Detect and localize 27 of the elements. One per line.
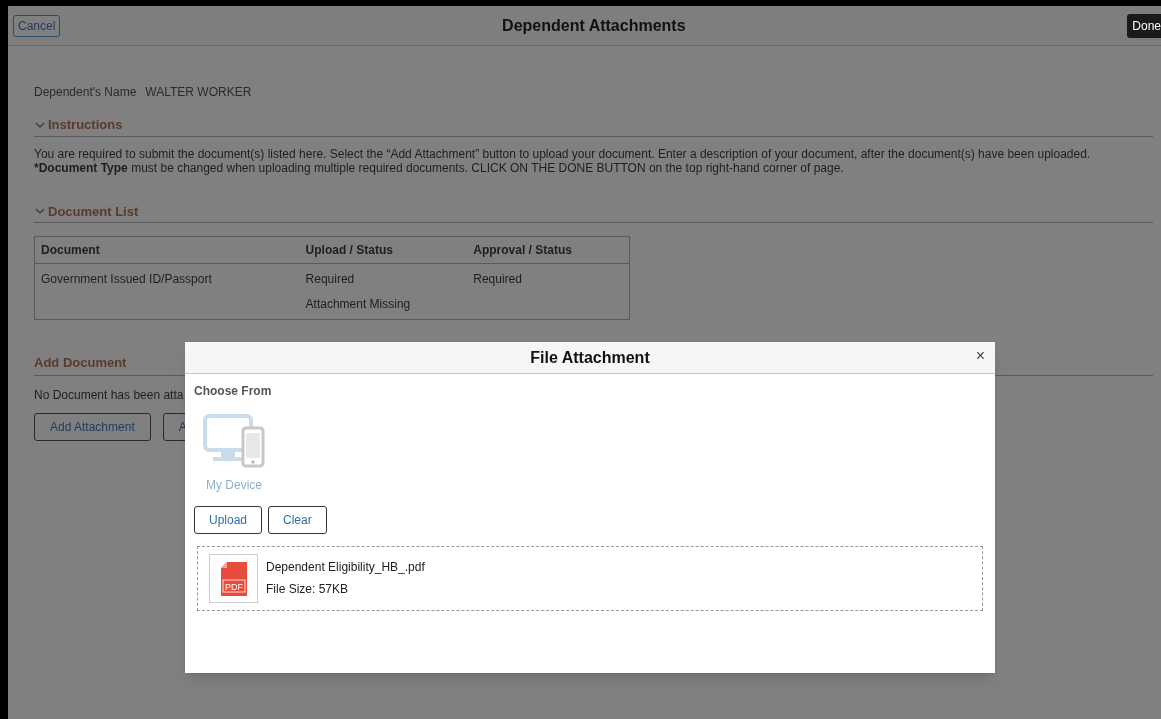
- field-label: Dependent's Name: [34, 84, 137, 101]
- table-cell-text: Required: [473, 271, 523, 288]
- instruction-text: *Document Type must be changed when uploading multiple required documents. CLICK ON THE DONE BUTTON on the top right-hand corner of page.: [34, 160, 845, 175]
- done-button[interactable]: Done: [1127, 13, 1161, 38]
- field-value: WALTER WORKER: [145, 84, 252, 101]
- column-header: Approval / Status: [473, 242, 573, 259]
- section-label: Choose From: [194, 383, 273, 400]
- instruction-text: You are required to submit the document(s) listed here. Select the “Add Attachment” button to upload your document. Enter a description of your document, after the document(s) have been uploaded.: [34, 146, 1092, 161]
- table-cell-text: Required: [305, 271, 356, 288]
- table-cell-text: Government Issued ID/Passport: [41, 271, 213, 288]
- cancel-button[interactable]: Cancel: [13, 14, 61, 37]
- close-button[interactable]: ×: [975, 348, 985, 364]
- computer-and-phone-icon[interactable]: [203, 414, 265, 468]
- table-cell-text: Attachment Missing: [305, 296, 412, 313]
- dialog-title: File Attachment: [530, 347, 650, 368]
- source-label: My Device: [206, 477, 262, 494]
- status-message: No Document has been atta: [34, 387, 184, 404]
- section-heading: Add Document: [34, 355, 127, 370]
- action-button[interactable]: Upload: [194, 506, 263, 534]
- pdf-file-icon: PDF: [220, 561, 247, 596]
- file-name: Dependent Eligibility_HB_.pdf: [266, 559, 425, 576]
- column-header: Document: [41, 242, 101, 259]
- action-button[interactable]: Clear: [268, 506, 327, 534]
- file-size: File Size: 57KB: [266, 581, 350, 598]
- column-header: Upload / Status: [305, 242, 394, 259]
- page-title: Dependent Attachments: [502, 15, 686, 36]
- add-button[interactable]: Add Attachment: [34, 413, 151, 441]
